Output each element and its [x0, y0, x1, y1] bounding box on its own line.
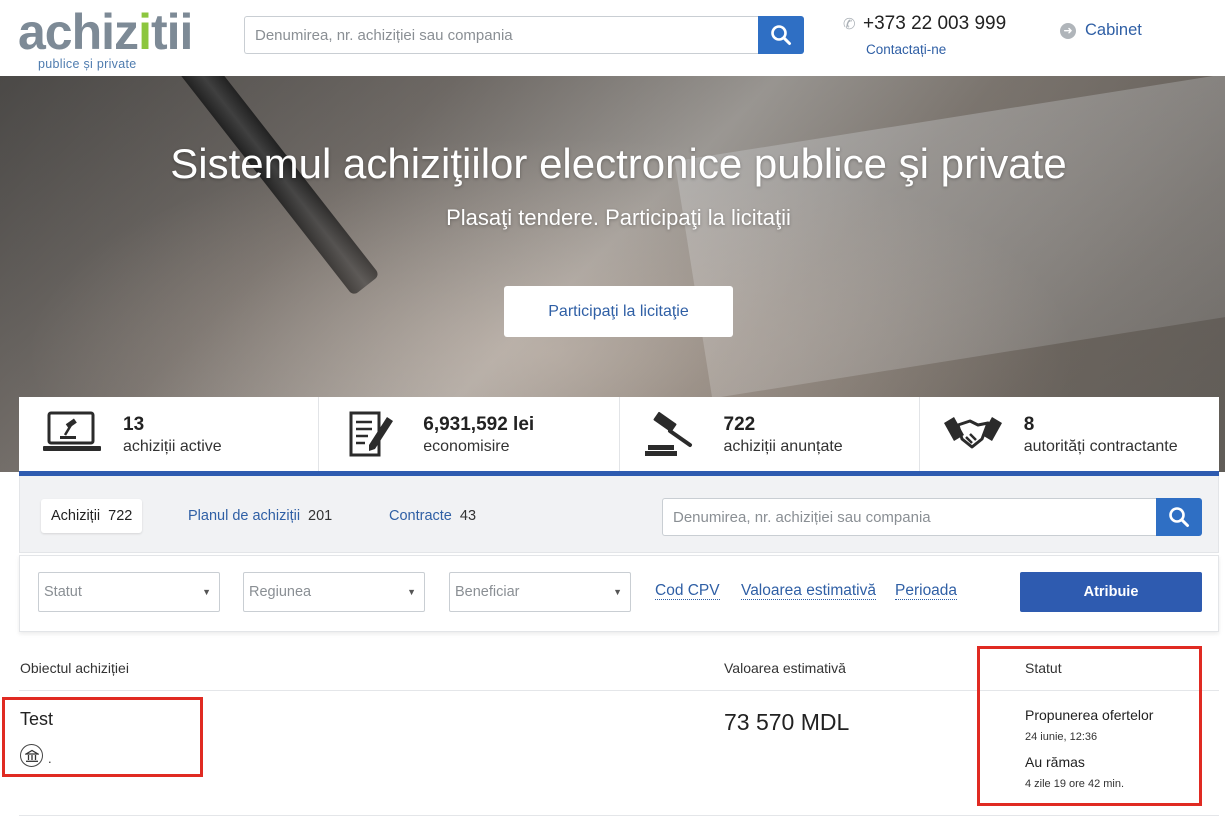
- phone-icon: ✆: [843, 16, 856, 33]
- procurement-search: [662, 498, 1202, 536]
- select-placeholder: Statut: [44, 584, 82, 600]
- dropdown-arrow-icon: ▼: [613, 587, 622, 597]
- atribuie-button[interactable]: Atribuie: [1020, 572, 1202, 612]
- phone-number: ✆ +373 22 003 999: [843, 13, 1006, 35]
- section-tabs-panel: Achiziții 722 Planul de achiziții 201 Co…: [19, 476, 1219, 553]
- estimated-value: 73 570 MDL: [724, 709, 850, 735]
- cabinet-label: Cabinet: [1085, 21, 1142, 39]
- valoarea-filter[interactable]: Valoarea estimativă: [741, 582, 876, 600]
- regiunea-select[interactable]: Regiunea ▼: [243, 572, 425, 612]
- procurement-search-button[interactable]: [1156, 498, 1202, 536]
- stat-number: 13: [123, 414, 145, 435]
- gavel-icon: [644, 411, 692, 456]
- hero-title: Sistemul achiziţiilor electronice public…: [170, 140, 1067, 187]
- participate-button[interactable]: Participaţi la licitaţie: [504, 286, 733, 337]
- stats-bar: 13 achiziții active 6,931,592 lei econom…: [19, 397, 1219, 471]
- phone-text: +373 22 003 999: [863, 13, 1007, 34]
- column-header-object: Obiectul achiziției: [20, 660, 129, 676]
- stat-number: 722: [723, 414, 756, 435]
- table-divider: [19, 815, 1219, 816]
- contact-link[interactable]: Contactați-ne: [866, 42, 946, 57]
- stat-label: autorități contractante: [1023, 438, 1178, 455]
- stat-number: 6,931,592 lei: [423, 414, 535, 435]
- site-logo[interactable]: achizitii publice și private: [18, 4, 208, 71]
- select-placeholder: Regiunea: [249, 584, 312, 600]
- logo-wordmark: achizitii: [18, 4, 193, 60]
- procurement-search-input[interactable]: [662, 498, 1157, 536]
- tab-label: Planul de achiziții: [188, 508, 301, 524]
- stat-announced-procurements: 722 achiziții anunțate: [620, 397, 920, 471]
- stat-label: economisire: [423, 438, 510, 455]
- tab-label: Achiziții: [51, 508, 101, 524]
- filter-panel: Statut ▼ Regiunea ▼ Beneficiar ▼ Cod CPV…: [19, 555, 1219, 632]
- stat-label: achiziții anunțate: [723, 438, 843, 455]
- document-pen-icon: [349, 411, 394, 457]
- search-icon: [771, 25, 791, 45]
- header-search: [244, 16, 804, 54]
- dropdown-arrow-icon: ▼: [202, 587, 211, 597]
- column-header-value: Valoarea estimativă: [724, 660, 846, 676]
- arrow-right-circle-icon: ➜: [1060, 22, 1076, 39]
- handshake-icon: [943, 417, 1002, 449]
- site-header: achizitii publice și private ✆ +373 22 00…: [0, 0, 1225, 76]
- dropdown-arrow-icon: ▼: [407, 587, 416, 597]
- select-placeholder: Beneficiar: [455, 584, 520, 600]
- statut-select[interactable]: Statut ▼: [38, 572, 220, 612]
- hero-subtitle: Plasaţi tendere. Participaţi la licitaţi…: [446, 205, 791, 230]
- stat-label: achiziții active: [123, 438, 222, 455]
- cod-cpv-filter[interactable]: Cod CPV: [655, 582, 720, 600]
- tab-count: 43: [459, 508, 477, 524]
- highlight-box-object: [2, 697, 203, 777]
- tab-contracte[interactable]: Contracte 43: [389, 499, 476, 533]
- tab-achizitii[interactable]: Achiziții 722: [41, 499, 143, 533]
- stat-savings: 6,931,592 lei economisire: [319, 397, 620, 471]
- tab-label: Contracte: [389, 508, 452, 524]
- stat-active-procurements: 13 achiziții active: [19, 397, 320, 471]
- perioada-filter[interactable]: Perioada: [895, 582, 958, 600]
- header-search-input[interactable]: [244, 16, 759, 54]
- logo-subtitle: publice și private: [38, 57, 137, 71]
- highlight-box-status: [977, 646, 1202, 806]
- beneficiar-select[interactable]: Beneficiar ▼: [449, 572, 631, 612]
- tab-count: 722: [108, 508, 133, 524]
- header-search-button[interactable]: [758, 16, 804, 54]
- search-icon: [1169, 507, 1189, 527]
- laptop-gavel-icon: [43, 411, 101, 451]
- tab-count: 201: [308, 508, 333, 524]
- stat-contracting-authorities: 8 autorități contractante: [920, 397, 1219, 471]
- tab-plan-achizitii[interactable]: Planul de achiziții 201: [188, 499, 332, 533]
- cabinet-link[interactable]: ➜ Cabinet: [1060, 21, 1142, 40]
- stat-number: 8: [1023, 414, 1035, 435]
